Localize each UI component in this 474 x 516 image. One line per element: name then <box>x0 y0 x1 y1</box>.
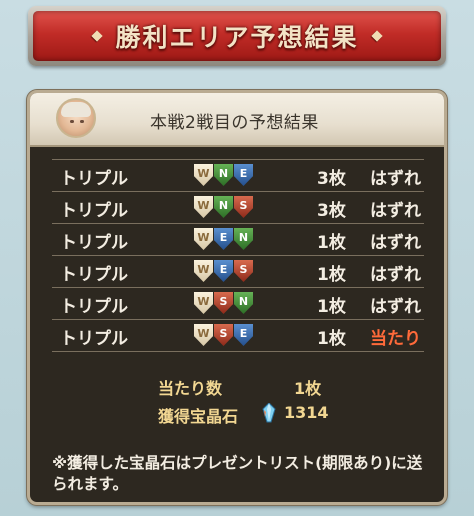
crystals-label: 獲得宝晶石 <box>158 407 239 426</box>
result-row: トリプル W E N 1枚 はずれ <box>52 223 424 255</box>
diamond-icon-right <box>370 30 383 42</box>
area-shields: WSE <box>194 324 253 348</box>
bet-count: 1枚 <box>317 297 346 317</box>
results-list: トリプル W N E 3枚 はずれ トリプル W N S 3枚 はずれ トリプル W E N 1枚 はずれ トリプル… <box>52 159 424 352</box>
result-row: トリプル W S N 1枚 はずれ <box>52 287 424 319</box>
bet-type-label: トリプル <box>60 169 128 189</box>
shield-n-icon: N <box>214 196 233 218</box>
bet-count: 3枚 <box>317 201 346 221</box>
shield-w-icon: W <box>194 292 213 314</box>
result-row: トリプル W E S 1枚 はずれ <box>52 255 424 287</box>
area-shields: WNS <box>194 196 253 220</box>
shield-s-icon: S <box>234 196 253 218</box>
hits-label: 当たり数 <box>158 379 223 398</box>
shield-e-icon: E <box>214 260 233 282</box>
shield-s-icon: S <box>214 292 233 314</box>
shield-e-icon: E <box>214 228 233 250</box>
result-miss: はずれ <box>370 201 421 221</box>
panel-header: 本戦2戦目の予想結果 <box>30 93 444 147</box>
shield-e-icon: E <box>234 164 253 186</box>
shield-w-icon: W <box>194 324 213 346</box>
shield-w-icon: W <box>194 260 213 282</box>
bet-count: 1枚 <box>317 233 346 253</box>
result-miss: はずれ <box>370 233 421 253</box>
banner-title: 勝利エリア予想結果 <box>115 23 359 52</box>
result-miss: はずれ <box>370 297 421 317</box>
bet-type-label: トリプル <box>60 233 128 253</box>
crystals-value: 1314 <box>284 403 329 422</box>
result-miss: はずれ <box>370 265 421 285</box>
bet-count: 1枚 <box>317 265 346 285</box>
area-shields: WEN <box>194 228 253 252</box>
panel-title: 本戦2戦目の予想結果 <box>150 113 319 133</box>
title-banner-inner: 勝利エリア予想結果 <box>33 11 441 61</box>
area-shields: WES <box>194 260 253 284</box>
area-shields: WNE <box>194 164 253 188</box>
bet-type-label: トリプル <box>60 201 128 221</box>
results-panel: 本戦2戦目の予想結果 トリプル W N E 3枚 はずれ トリプル W N S 3枚 はずれ トリプル W… <box>27 90 447 505</box>
hits-value: 1枚 <box>294 379 322 398</box>
shield-w-icon: W <box>194 228 213 250</box>
bet-count: 3枚 <box>317 169 346 189</box>
result-win: 当たり <box>370 329 421 349</box>
shield-n-icon: N <box>234 292 253 314</box>
result-row: トリプル W N E 3枚 はずれ <box>52 159 424 191</box>
bet-type-label: トリプル <box>60 297 128 317</box>
crystal-icon <box>262 403 276 423</box>
shield-s-icon: S <box>234 260 253 282</box>
notice-text: ※獲得した宝晶石はプレゼントリスト(期限あり)に送られます。 <box>52 454 423 493</box>
bet-type-label: トリプル <box>60 329 128 349</box>
shield-e-icon: E <box>234 324 253 346</box>
result-miss: はずれ <box>370 169 421 189</box>
shield-n-icon: N <box>234 228 253 250</box>
shield-n-icon: N <box>214 164 233 186</box>
shield-s-icon: S <box>214 324 233 346</box>
title-banner: 勝利エリア予想結果 <box>28 6 446 66</box>
bet-count: 1枚 <box>317 329 346 349</box>
bet-type-label: トリプル <box>60 265 128 285</box>
shield-w-icon: W <box>194 164 213 186</box>
result-row: トリプル W S E 1枚 当たり <box>52 319 424 352</box>
diamond-icon-left <box>91 30 104 42</box>
area-shields: WSN <box>194 292 253 316</box>
character-avatar-icon <box>56 98 96 138</box>
shield-w-icon: W <box>194 196 213 218</box>
result-row: トリプル W N S 3枚 はずれ <box>52 191 424 223</box>
